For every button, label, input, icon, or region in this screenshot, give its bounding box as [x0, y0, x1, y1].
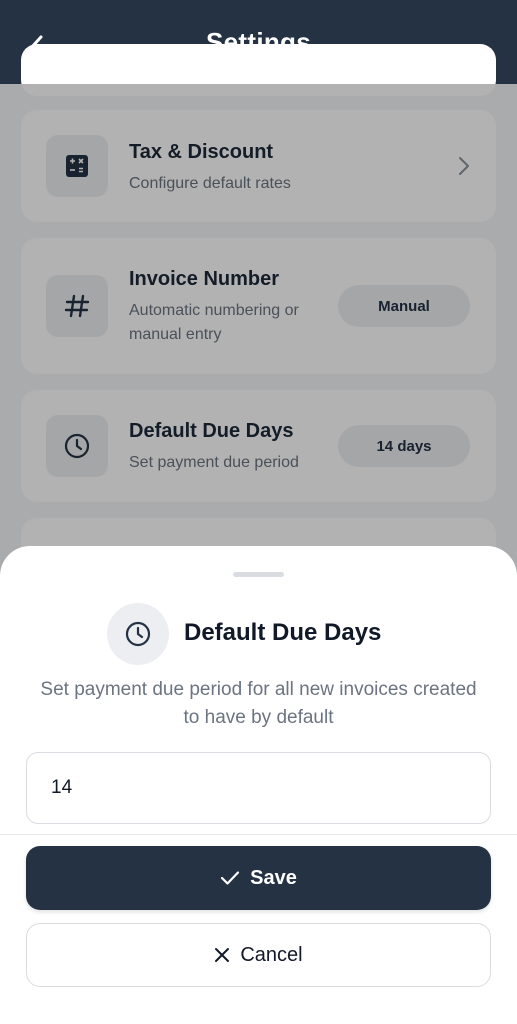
- due-days-bottom-sheet: Default Due Days Set payment due period …: [0, 546, 517, 1024]
- due-days-input[interactable]: [26, 752, 491, 824]
- sheet-clock-icon-circle: [107, 603, 169, 665]
- sheet-title: Default Due Days: [184, 619, 382, 646]
- drag-handle[interactable]: [233, 572, 284, 577]
- sheet-description: Set payment due period for all new invoi…: [40, 679, 477, 728]
- divider: [0, 834, 517, 835]
- check-icon: [221, 871, 240, 885]
- save-button-label: Save: [250, 866, 297, 889]
- cancel-button[interactable]: Cancel: [26, 923, 491, 987]
- cancel-button-label: Cancel: [240, 943, 303, 966]
- close-icon: [215, 948, 230, 962]
- save-button[interactable]: Save: [26, 846, 491, 910]
- clock-icon: [125, 621, 151, 647]
